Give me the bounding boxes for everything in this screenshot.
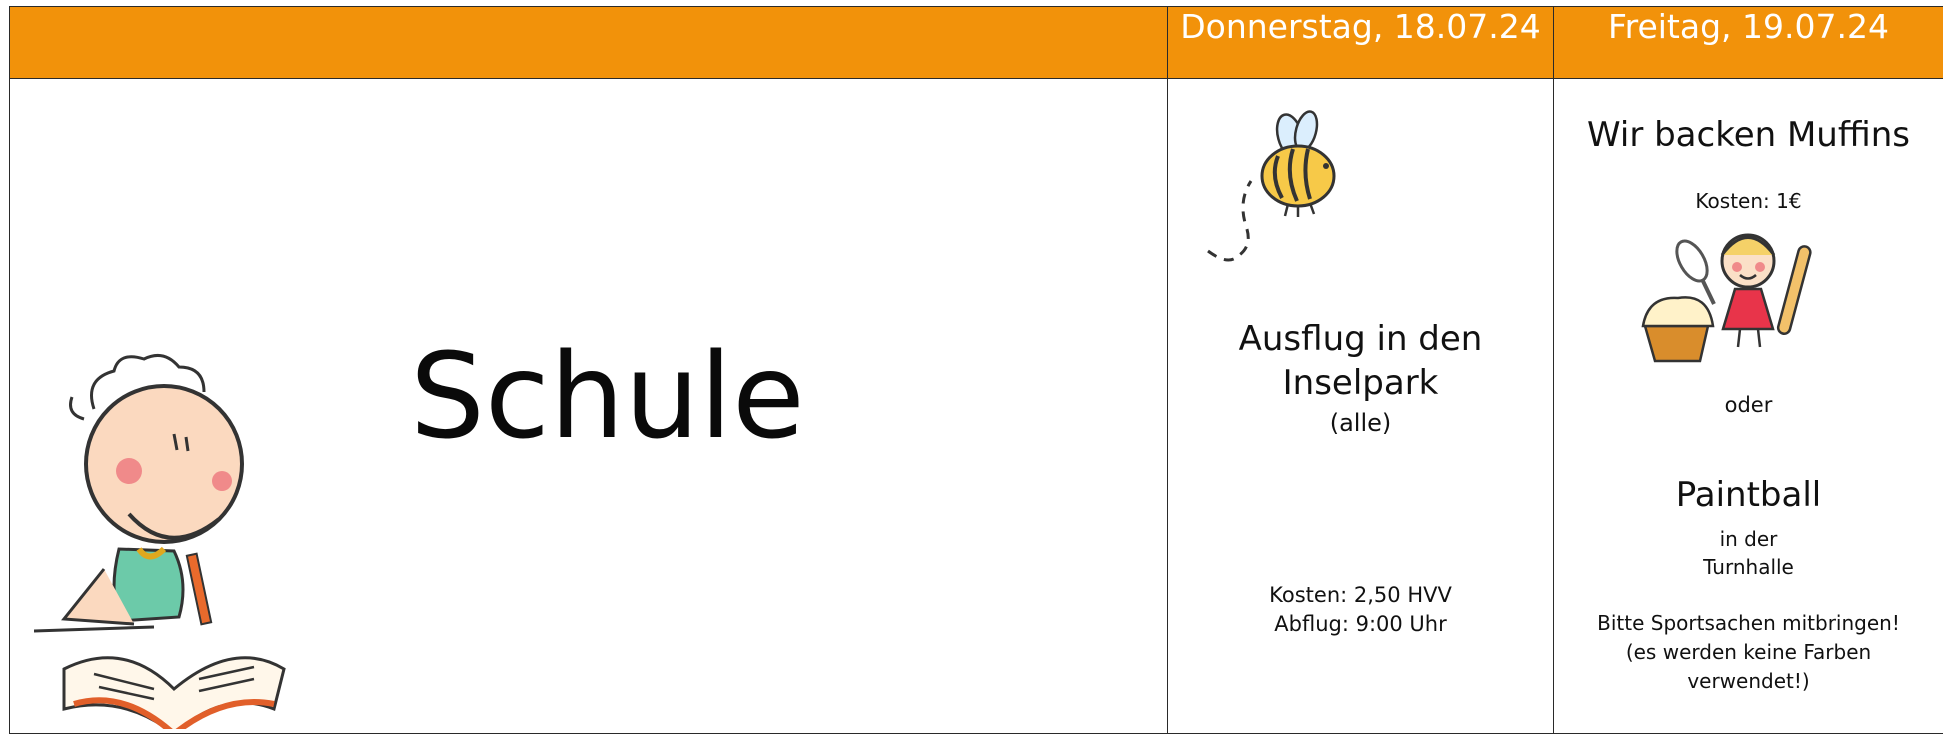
header-row: Donnerstag, 18.07.24 Freitag, 19.07.24 — [10, 7, 1943, 79]
thursday-info: Kosten: 2,50 HVV Abflug: 9:00 Uhr — [1168, 581, 1553, 639]
schedule-table: Donnerstag, 18.07.24 Freitag, 19.07.24 — [9, 6, 1943, 734]
thursday-cell: Ausflug in den Inselpark (alle) Kosten: … — [1168, 79, 1554, 734]
thursday-title: Ausflug in den Inselpark — [1168, 317, 1553, 405]
header-empty — [10, 7, 1168, 79]
header-thursday: Donnerstag, 18.07.24 — [1168, 7, 1554, 79]
thursday-title-line1: Ausflug in den — [1168, 317, 1553, 361]
friday-or: oder — [1554, 393, 1943, 417]
friday-cost: Kosten: 1€ — [1554, 189, 1943, 213]
friday-title: Wir backen Muffins — [1554, 115, 1943, 155]
thursday-title-line2: Inselpark — [1168, 361, 1553, 405]
school-title: Schule — [410, 337, 805, 455]
friday-note-line3: verwendet!) — [1554, 667, 1943, 696]
friday-location-line2: Turnhalle — [1554, 553, 1943, 581]
friday-note-line1: Bitte Sportsachen mitbringen! — [1554, 609, 1943, 638]
friday-location: in der Turnhalle — [1554, 525, 1943, 581]
child-writing-icon — [34, 339, 294, 733]
friday-location-line1: in der — [1554, 525, 1943, 553]
content-row: Schule Ausflug in den — [10, 79, 1943, 734]
girl-baking-icon — [1640, 231, 1820, 375]
activity-plan: Donnerstag, 18.07.24 Freitag, 19.07.24 — [9, 6, 1943, 732]
thursday-cost: Kosten: 2,50 HVV — [1168, 581, 1553, 610]
school-cell: Schule — [10, 79, 1168, 734]
thursday-departure: Abflug: 9:00 Uhr — [1168, 610, 1553, 639]
friday-note-line2: (es werden keine Farben — [1554, 638, 1943, 667]
thursday-subtitle: (alle) — [1168, 409, 1553, 437]
header-friday: Freitag, 19.07.24 — [1554, 7, 1943, 79]
friday-alt-title: Paintball — [1554, 475, 1943, 515]
friday-note: Bitte Sportsachen mitbringen! (es werden… — [1554, 609, 1943, 696]
friday-cell: Wir backen Muffins Kosten: 1€ — [1554, 79, 1943, 734]
bee-icon — [1198, 101, 1358, 275]
